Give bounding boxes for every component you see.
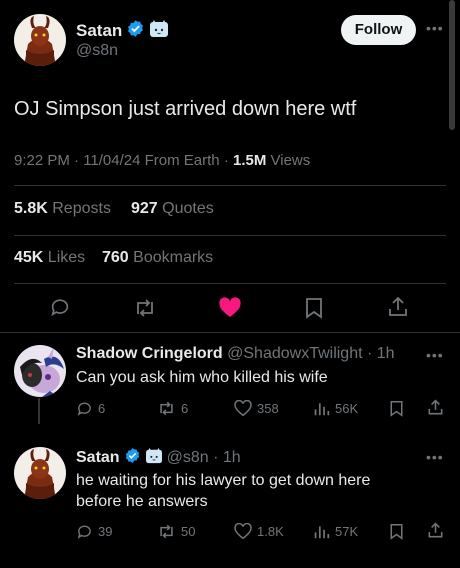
reposts-count: 5.8K <box>14 200 48 217</box>
reply-icon[interactable] <box>49 296 71 323</box>
divider <box>14 235 446 236</box>
reply-header: Shadow Cringelord @ShadowxTwilight · 1h <box>76 345 395 363</box>
divider <box>14 283 446 284</box>
reply-author-name[interactable]: Shadow Cringelord <box>76 345 223 362</box>
repost-icon <box>160 401 173 416</box>
author-name[interactable]: Satan <box>76 21 122 41</box>
reposts-label: Reposts <box>47 200 111 217</box>
share-icon[interactable] <box>427 399 444 421</box>
reply-text: Can you ask him who killed his wife <box>76 369 328 386</box>
cat-affiliate-icon[interactable] <box>145 447 163 469</box>
likes-label: Likes <box>43 249 86 266</box>
views-icon <box>314 403 330 416</box>
divider <box>14 185 446 186</box>
bookmarks-label: Bookmarks <box>128 249 214 266</box>
likes-stat[interactable]: 45K Likes <box>14 249 85 267</box>
reply-action[interactable]: 6 <box>76 400 105 417</box>
divider <box>0 332 460 333</box>
repost-count: 50 <box>181 524 196 539</box>
reply-count: 39 <box>98 524 113 539</box>
bookmark-icon[interactable] <box>304 297 324 324</box>
repost-count: 6 <box>181 401 189 416</box>
like-action[interactable]: 1.8K <box>234 523 284 540</box>
author-line: Satan <box>76 19 169 43</box>
like-count: 358 <box>257 401 279 416</box>
follow-button[interactable]: Follow <box>341 15 416 45</box>
bookmarks-stat[interactable]: 760 Bookmarks <box>102 249 213 267</box>
share-icon[interactable] <box>427 522 444 544</box>
reply-text: he waiting for his lawyer to get down he… <box>76 472 371 510</box>
likes-count: 45K <box>14 249 44 266</box>
views-label: Views <box>266 152 311 169</box>
reply-header: Satan @s8n · 1h <box>76 447 241 469</box>
reply-icon <box>77 525 91 539</box>
reply-icon <box>77 402 91 416</box>
thread-line <box>38 398 40 424</box>
tweet-time[interactable]: 9:22 PM · 11/04/24 From Earth · <box>14 152 233 169</box>
reply-author-name[interactable]: Satan <box>76 449 120 467</box>
scrollbar[interactable] <box>449 0 455 130</box>
reposts-stat[interactable]: 5.8K Reposts <box>14 200 111 218</box>
verified-badge-icon[interactable] <box>124 447 141 469</box>
reply-avatar[interactable] <box>14 447 66 499</box>
repost-action[interactable]: 6 <box>157 400 188 417</box>
views-action[interactable]: 57K <box>313 523 358 540</box>
quotes-stat[interactable]: 927 Quotes <box>131 200 214 218</box>
bookmark-icon[interactable] <box>389 523 404 545</box>
reply-handle-time[interactable]: @s8n · 1h <box>167 449 241 467</box>
views-count: 57K <box>335 524 359 539</box>
reply-avatar[interactable] <box>14 345 66 397</box>
quotes-label: Quotes <box>157 200 214 217</box>
views-count: 1.5M <box>232 152 267 169</box>
like-count: 1.8K <box>257 524 284 539</box>
like-icon <box>234 523 252 540</box>
reply-action[interactable]: 39 <box>76 523 112 540</box>
repost-icon <box>160 524 173 539</box>
like-action[interactable]: 358 <box>234 400 279 417</box>
bookmark-icon[interactable] <box>389 400 404 422</box>
more-icon[interactable]: ••• <box>426 20 444 36</box>
cat-affiliate-icon[interactable] <box>149 19 169 43</box>
quotes-count: 927 <box>131 200 158 217</box>
repost-action[interactable]: 50 <box>157 523 195 540</box>
bookmarks-count: 760 <box>102 249 129 266</box>
views-count: 56K <box>335 401 359 416</box>
views-icon <box>314 526 330 539</box>
author-handle[interactable]: @s8n <box>76 42 118 60</box>
reply-handle-time[interactable]: @ShadowxTwilight · 1h <box>227 345 394 362</box>
share-icon[interactable] <box>387 296 409 323</box>
reply-count: 6 <box>98 401 106 416</box>
views-action[interactable]: 56K <box>313 400 358 417</box>
repost-icon[interactable] <box>133 297 157 324</box>
tweet-text: OJ Simpson just arrived down here wtf <box>14 98 357 120</box>
like-icon[interactable] <box>218 297 242 324</box>
author-avatar[interactable] <box>14 14 66 66</box>
more-icon[interactable]: ••• <box>426 347 444 363</box>
tweet-metadata: 9:22 PM · 11/04/24 From Earth · 1.5M Vie… <box>14 152 310 169</box>
verified-badge-icon[interactable] <box>126 19 145 43</box>
like-icon <box>234 400 252 417</box>
more-icon[interactable]: ••• <box>426 449 444 465</box>
